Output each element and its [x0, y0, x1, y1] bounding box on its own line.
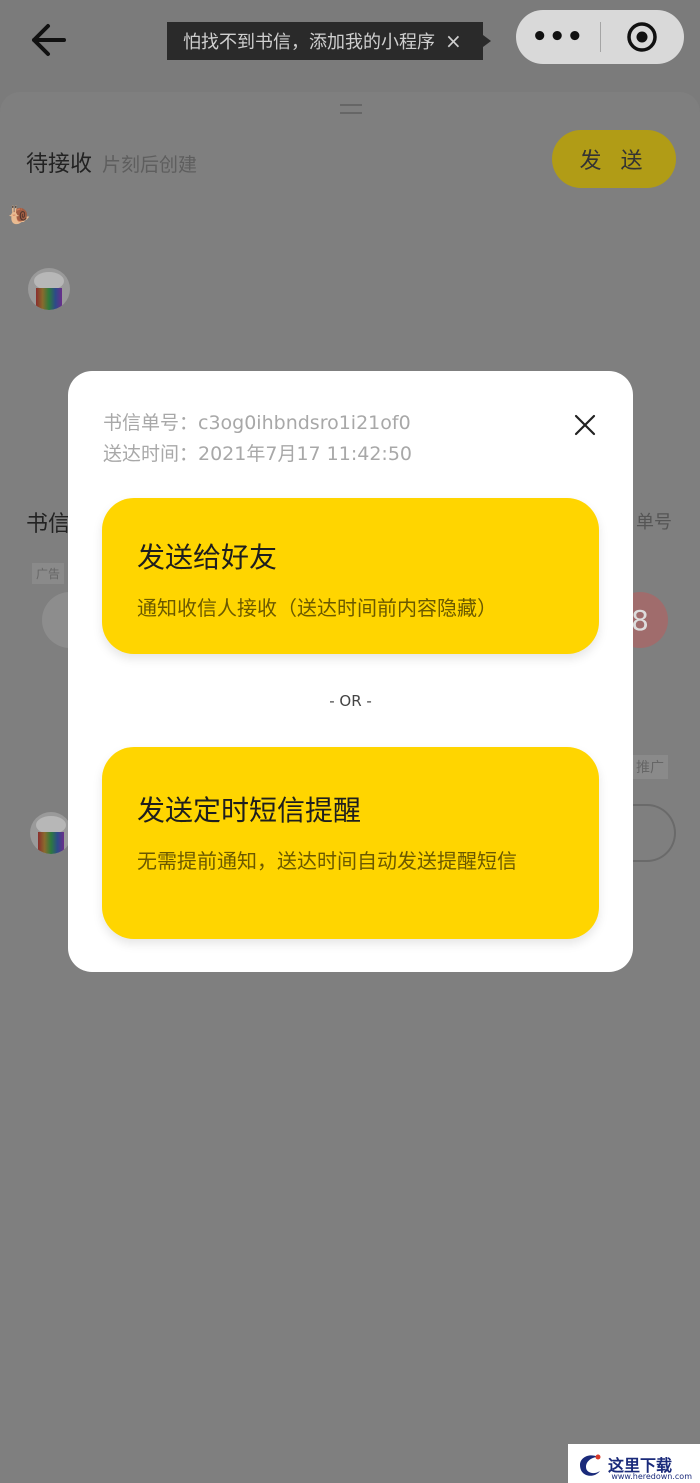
letter-meta: 书信单号：c3og0ihbndsro1i21of0 送达时间：2021年7月17…: [103, 408, 412, 470]
send-sms-reminder-desc: 无需提前通知，送达时间自动发送提醒短信: [137, 849, 517, 873]
letter-status: 待接收 片刻后创建: [26, 146, 197, 178]
status-label: 待接收: [26, 152, 93, 177]
add-mini-program-tip[interactable]: 怕找不到书信，添加我的小程序 ×: [167, 22, 491, 60]
more-icon[interactable]: •••: [516, 22, 600, 52]
send-to-friend-title: 发送给好友: [137, 541, 278, 574]
close-mini-program-button[interactable]: [601, 20, 685, 54]
tip-close-icon[interactable]: ×: [445, 29, 462, 53]
mini-program-capsule: •••: [516, 10, 684, 64]
order-number: 书信单号：c3og0ihbndsro1i21of0: [103, 412, 411, 434]
order-number-label: 单号: [636, 512, 672, 533]
send-sms-reminder-title: 发送定时短信提醒: [137, 794, 362, 827]
avatar: [28, 268, 70, 310]
avatar: [30, 812, 72, 854]
watermark-logo-icon: [580, 1454, 601, 1476]
watermark-url: www.heredown.com: [611, 1472, 692, 1481]
delivery-time: 送达时间：2021年7月17 11:42:50: [103, 443, 412, 465]
tip-text: 怕找不到书信，添加我的小程序: [183, 32, 435, 53]
close-icon[interactable]: [573, 413, 597, 437]
send-button[interactable]: 发 送: [552, 130, 676, 188]
letter-section-label: 书信: [26, 512, 71, 537]
status-sub-label: 片刻后创建: [102, 154, 198, 176]
ad-badge: 广告: [32, 563, 65, 584]
send-to-friend-desc: 通知收信人接收（送达时间前内容隐藏）: [137, 596, 497, 620]
promo-badge: 推广: [632, 755, 668, 779]
sheet-drag-handle[interactable]: [340, 104, 362, 114]
send-to-friend-button[interactable]: 发送给好友 通知收信人接收（送达时间前内容隐藏）: [102, 498, 599, 654]
send-sms-reminder-button[interactable]: 发送定时短信提醒 无需提前通知，送达时间自动发送提醒短信: [102, 747, 599, 939]
site-watermark: 这里下载 www.heredown.com: [568, 1444, 700, 1483]
target-icon: [627, 22, 657, 52]
snail-icon: 🐌: [8, 205, 31, 226]
back-arrow-icon[interactable]: [28, 20, 68, 60]
or-separator: - OR -: [329, 692, 372, 710]
send-options-dialog: 书信单号：c3og0ihbndsro1i21of0 送达时间：2021年7月17…: [68, 371, 633, 972]
